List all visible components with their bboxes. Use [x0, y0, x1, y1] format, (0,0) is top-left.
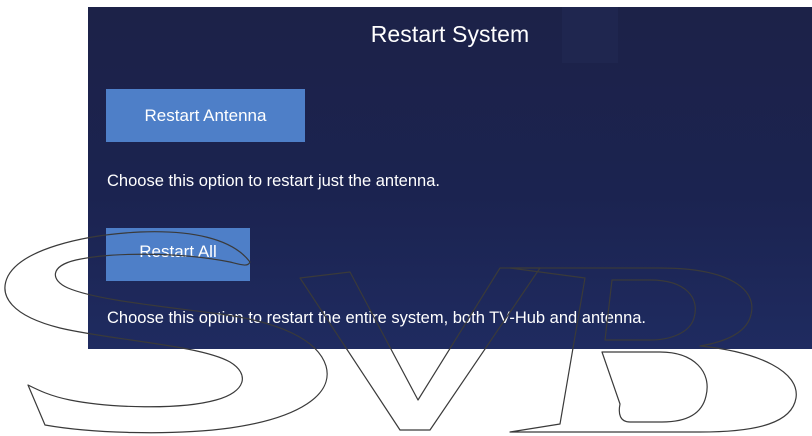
- page-title: Restart System: [370, 21, 530, 47]
- watermark-letter-b-lower-counter: [601, 351, 708, 423]
- restart-antenna-label: Restart Antenna: [144, 105, 267, 125]
- restart-system-screen: Restart System Restart Antenna Choose th…: [0, 0, 812, 436]
- restart-antenna-description: Choose this option to restart just the a…: [107, 172, 440, 190]
- restart-antenna-button[interactable]: Restart Antenna: [106, 89, 305, 142]
- restart-all-description: Choose this option to restart the entire…: [107, 309, 647, 327]
- restart-all-label: Restart All: [139, 241, 217, 261]
- restart-all-button[interactable]: Restart All: [106, 228, 250, 281]
